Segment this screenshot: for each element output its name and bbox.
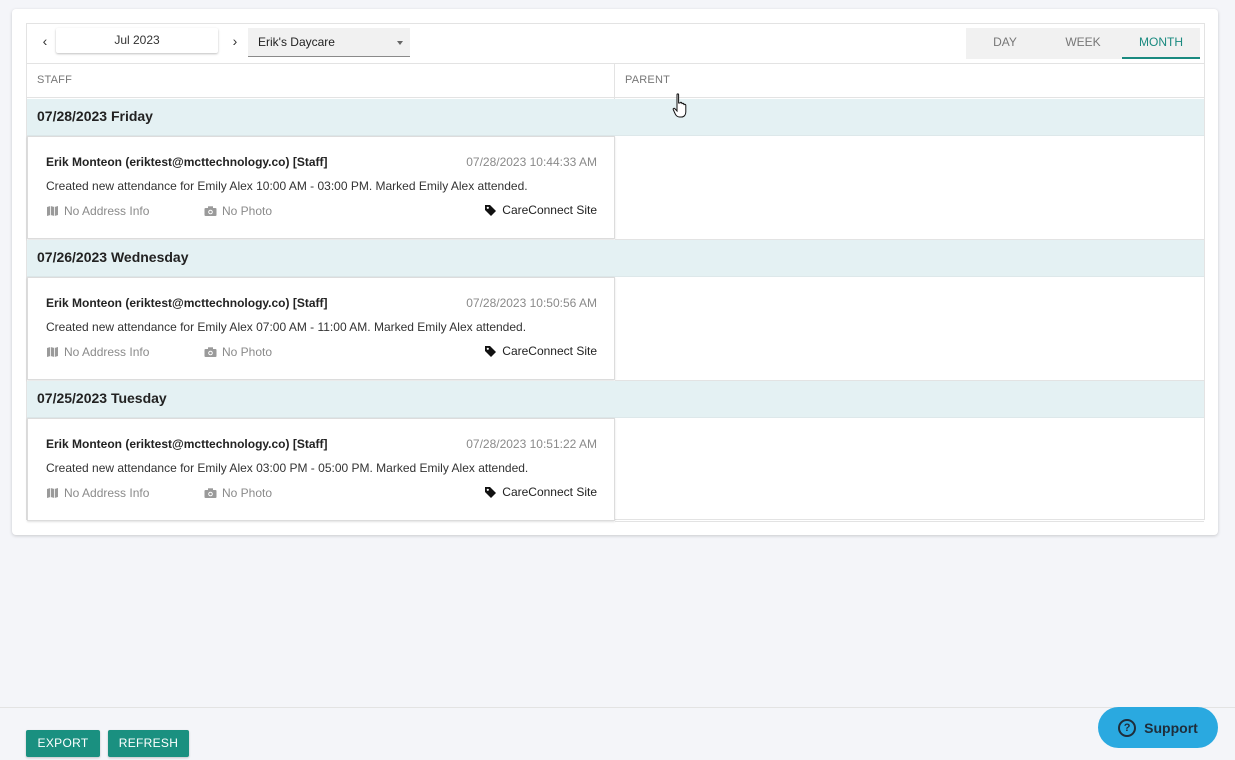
activity-grid: ‹ Jul 2023 › Erik's Daycare DAY WEEK MON… (26, 23, 1205, 522)
day-group: 07/25/2023 Tuesday Erik Monteon (eriktes… (27, 381, 1204, 522)
entry-timestamp: 07/28/2023 10:50:56 AM (466, 296, 597, 310)
column-headers: STAFF PARENT (27, 64, 1204, 98)
caret-down-icon (397, 41, 403, 45)
camera-icon (204, 347, 217, 357)
map-icon (47, 206, 58, 216)
entry-user: Erik Monteon (eriktest@mcttechnology.co)… (46, 437, 328, 451)
entry-timestamp: 07/28/2023 10:51:22 AM (466, 437, 597, 451)
toolbar: ‹ Jul 2023 › Erik's Daycare DAY WEEK MON… (27, 24, 1204, 64)
entry-address: No Address Info (46, 345, 149, 359)
entry-photo: No Photo (204, 204, 272, 218)
site-select-value: Erik's Daycare (258, 35, 335, 49)
parent-cell (615, 136, 1204, 240)
entry-photo: No Photo (204, 345, 272, 359)
tab-week[interactable]: WEEK (1044, 28, 1122, 59)
camera-icon (204, 488, 217, 498)
export-button[interactable]: EXPORT (26, 730, 100, 757)
tab-month[interactable]: MONTH (1122, 28, 1200, 59)
day-header: 07/25/2023 Tuesday (27, 381, 1204, 418)
entry-message: Created new attendance for Emily Alex 10… (46, 179, 528, 193)
tag-icon (485, 205, 497, 216)
entry-site: CareConnect Site (484, 485, 597, 499)
activity-entry[interactable]: Erik Monteon (eriktest@mcttechnology.co)… (27, 277, 615, 380)
entry-photo-text: No Photo (222, 204, 273, 218)
entry-photo-text: No Photo (222, 486, 273, 500)
view-tabs: DAY WEEK MONTH (966, 28, 1200, 59)
entry-photo: No Photo (204, 486, 272, 500)
entry-address: No Address Info (46, 204, 149, 218)
entry-site: CareConnect Site (484, 203, 597, 217)
map-icon (47, 347, 58, 357)
tab-day[interactable]: DAY (966, 28, 1044, 59)
column-header-staff: STAFF (37, 74, 73, 86)
entry-address: No Address Info (46, 486, 149, 500)
activity-entry[interactable]: Erik Monteon (eriktest@mcttechnology.co)… (27, 136, 615, 239)
tag-icon (485, 346, 497, 357)
entry-site-text: CareConnect Site (502, 485, 597, 499)
chevron-left-icon[interactable]: ‹ (36, 32, 54, 50)
entry-user: Erik Monteon (eriktest@mcttechnology.co)… (46, 155, 328, 169)
hand-cursor-icon (672, 93, 687, 118)
activity-entry[interactable]: Erik Monteon (eriktest@mcttechnology.co)… (27, 418, 615, 521)
chevron-right-icon[interactable]: › (226, 32, 244, 50)
day-header: 07/28/2023 Friday (27, 99, 1204, 136)
entry-timestamp: 07/28/2023 10:44:33 AM (466, 155, 597, 169)
support-button[interactable]: ? Support (1098, 707, 1218, 748)
entry-address-text: No Address Info (64, 204, 150, 218)
map-icon (47, 488, 58, 498)
day-header: 07/26/2023 Wednesday (27, 240, 1204, 277)
entry-address-text: No Address Info (64, 345, 150, 359)
column-header-parent: PARENT (625, 74, 671, 86)
entry-message: Created new attendance for Emily Alex 07… (46, 320, 527, 334)
support-label: Support (1144, 719, 1198, 736)
camera-icon (204, 206, 217, 216)
month-picker[interactable]: Jul 2023 (56, 28, 218, 53)
entry-photo-text: No Photo (222, 345, 273, 359)
entry-site-text: CareConnect Site (502, 344, 597, 358)
site-select[interactable]: Erik's Daycare (248, 28, 410, 57)
parent-cell (615, 418, 1204, 522)
refresh-button[interactable]: REFRESH (108, 730, 189, 757)
entry-message: Created new attendance for Emily Alex 03… (46, 461, 529, 475)
help-icon: ? (1118, 718, 1137, 737)
entry-address-text: No Address Info (64, 486, 150, 500)
tag-icon (485, 487, 497, 498)
entry-site: CareConnect Site (484, 344, 597, 358)
day-group: 07/26/2023 Wednesday Erik Monteon (erikt… (27, 240, 1204, 381)
day-group: 07/28/2023 Friday Erik Monteon (eriktest… (27, 99, 1204, 240)
parent-cell (615, 277, 1204, 381)
entry-site-text: CareConnect Site (502, 203, 597, 217)
footer-divider (0, 707, 1235, 708)
column-divider (614, 64, 615, 99)
entry-user: Erik Monteon (eriktest@mcttechnology.co)… (46, 296, 328, 310)
activity-card: ‹ Jul 2023 › Erik's Daycare DAY WEEK MON… (12, 9, 1218, 535)
